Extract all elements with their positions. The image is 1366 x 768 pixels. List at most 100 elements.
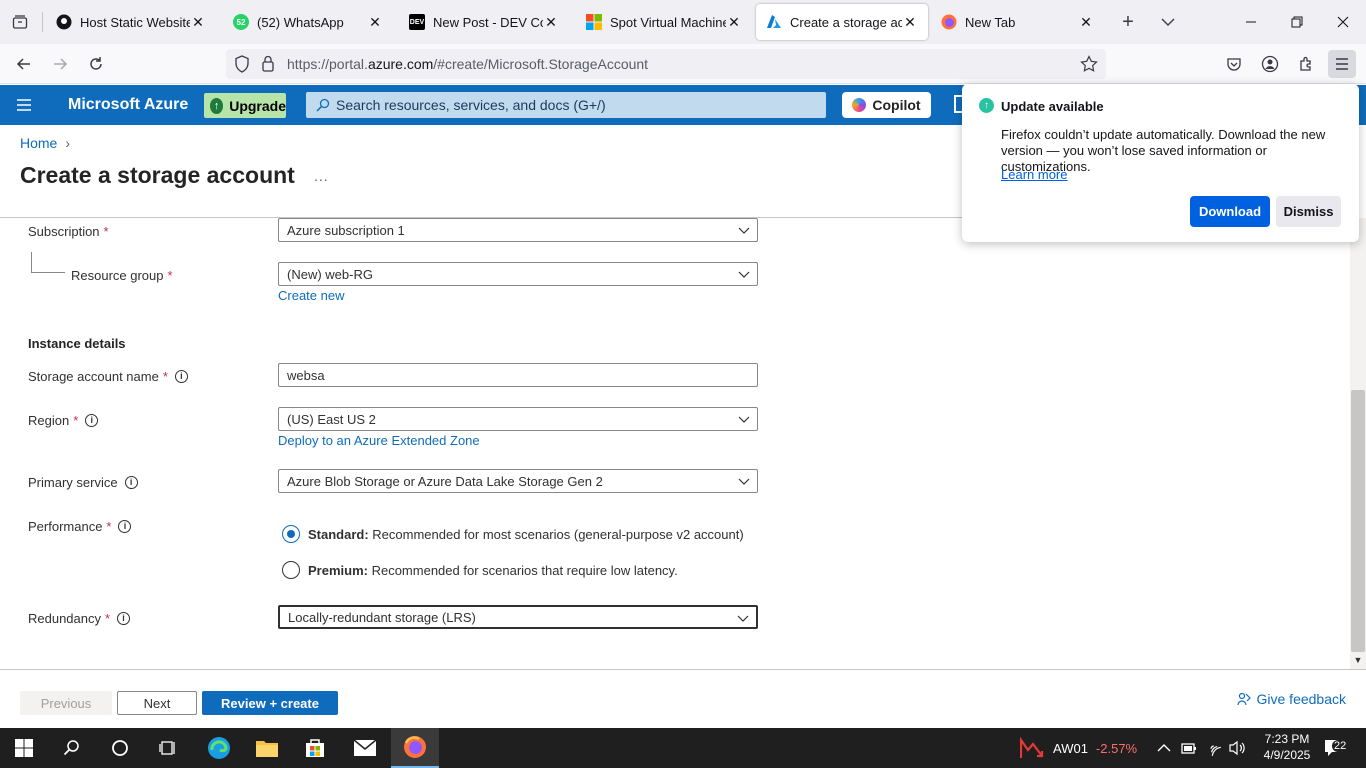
give-feedback-link[interactable]: Give feedback (1236, 691, 1346, 707)
extensions-puzzle-icon[interactable] (1292, 50, 1320, 78)
portal-menu-hamburger-icon[interactable] (14, 95, 34, 115)
tree-connector (31, 252, 65, 273)
global-search-input[interactable]: Search resources, services, and docs (G+… (306, 92, 826, 118)
azure-brand[interactable]: Microsoft Azure (68, 96, 188, 114)
upgrade-button[interactable]: ↑ Upgrade (204, 93, 286, 118)
performance-premium-label[interactable]: Premium: Recommended for scenarios that … (308, 563, 678, 578)
storage-account-name-label: Storage account name * i (28, 369, 188, 384)
chevron-down-icon (738, 478, 750, 485)
volume-icon[interactable] (1228, 728, 1246, 768)
close-icon[interactable]: ✕ (1078, 14, 1094, 31)
redundancy-select[interactable]: Locally-redundant storage (LRS) (278, 605, 758, 629)
breadcrumb-home-link[interactable]: Home (20, 135, 57, 151)
clock-time: 7:23 PM (1264, 732, 1310, 746)
update-arrow-icon: ↑ (979, 98, 994, 113)
subscription-label: Subscription * (28, 224, 109, 239)
notifications-button[interactable]: 22 (1324, 728, 1349, 768)
performance-standard-radio[interactable] (282, 525, 300, 543)
close-icon[interactable]: ✕ (726, 14, 742, 31)
windows-start-icon[interactable] (0, 728, 48, 768)
account-icon[interactable] (1256, 50, 1284, 78)
learn-more-link[interactable]: Learn more (1001, 167, 1067, 182)
review-create-button[interactable]: Review + create (202, 691, 338, 715)
cortana-circle-icon[interactable] (96, 728, 144, 768)
more-options-icon[interactable]: ... (314, 168, 329, 184)
bookmark-star-icon[interactable] (1080, 55, 1098, 76)
dev-icon: DEV (409, 14, 425, 30)
close-icon[interactable]: ✕ (190, 14, 206, 31)
new-tab-plus-icon[interactable]: + (1114, 8, 1142, 36)
form-scrollbar-thumb[interactable] (1351, 390, 1365, 652)
list-all-tabs-chevron-icon[interactable] (1154, 8, 1182, 36)
edge-browser-icon[interactable] (195, 728, 243, 768)
restore-window-icon[interactable] (1274, 0, 1320, 44)
firefox-taskbar-icon[interactable] (391, 728, 439, 768)
chevron-down-icon (738, 416, 750, 423)
mail-icon[interactable] (341, 728, 389, 768)
copilot-button[interactable]: Copilot (842, 92, 931, 118)
wifi-icon[interactable] (1205, 728, 1221, 768)
forward-arrow-icon[interactable] (46, 50, 74, 78)
region-select[interactable]: (US) East US 2 (278, 407, 758, 431)
tab-title: New Post - DEV Comm (433, 14, 543, 30)
info-icon[interactable]: i (117, 612, 131, 625)
tab-title: Create a storage accou (790, 14, 902, 30)
download-button[interactable]: Download (1190, 196, 1270, 227)
scroll-down-arrow-icon[interactable]: ▼ (1352, 654, 1364, 666)
taskbar-search-icon[interactable] (48, 728, 96, 768)
upgrade-arrow-icon: ↑ (210, 97, 224, 114)
previous-button[interactable]: Previous (20, 691, 112, 715)
browser-tab-github[interactable]: Host Static Website Az ✕ (46, 4, 216, 40)
address-bar[interactable]: https://portal.azure.com/#create/Microso… (226, 49, 1106, 79)
info-icon[interactable]: i (174, 370, 188, 383)
browser-tab-dev[interactable]: DEV New Post - DEV Comm ✕ (399, 4, 569, 40)
browser-tab-spot-vms[interactable]: Spot Virtual Machines ✕ (576, 4, 752, 40)
tab-title: (52) WhatsApp (257, 14, 344, 30)
close-icon[interactable]: ✕ (543, 14, 559, 31)
reload-icon[interactable] (82, 50, 110, 78)
pocket-icon[interactable] (1220, 50, 1248, 78)
resource-group-label: Resource group * (71, 268, 173, 283)
back-arrow-icon[interactable] (10, 50, 38, 78)
lock-icon[interactable] (261, 55, 275, 76)
chevron-down-icon (737, 615, 749, 622)
page-title: Create a storage account (20, 162, 295, 188)
subscription-select[interactable]: Azure subscription 1 (278, 218, 758, 242)
app-menu-hamburger-icon[interactable] (1328, 50, 1356, 78)
resource-group-select[interactable]: (New) web-RG (278, 262, 758, 286)
performance-standard-label[interactable]: Standard: Recommended for most scenarios… (308, 527, 744, 542)
dismiss-button[interactable]: Dismiss (1276, 196, 1341, 227)
whatsapp-icon: 52 (233, 14, 249, 30)
shield-icon[interactable] (234, 55, 250, 76)
microsoft-store-icon[interactable] (291, 728, 339, 768)
tab-title: New Tab (965, 14, 1016, 30)
close-icon[interactable]: ✕ (902, 14, 918, 31)
battery-icon[interactable] (1181, 728, 1197, 768)
show-hidden-icons-chevron-icon[interactable] (1157, 728, 1171, 768)
next-button[interactable]: Next (117, 691, 197, 715)
url-text: https://portal.azure.com/#create/Microso… (287, 56, 649, 72)
file-explorer-icon[interactable] (243, 728, 291, 768)
notification-count: 22 (1332, 740, 1349, 752)
performance-premium-radio[interactable] (282, 561, 300, 579)
storage-account-name-input[interactable]: websa (278, 363, 758, 387)
info-icon[interactable]: i (118, 520, 132, 533)
browser-tab-new-tab[interactable]: New Tab ✕ (931, 4, 1104, 40)
info-icon[interactable]: i (124, 476, 138, 489)
copilot-icon (852, 98, 867, 112)
browser-tab-whatsapp[interactable]: 52 (52) WhatsApp ✕ (223, 4, 393, 40)
close-icon[interactable]: ✕ (367, 14, 383, 31)
info-icon[interactable]: i (85, 414, 99, 427)
chevron-right-icon: › (65, 135, 71, 151)
stock-widget[interactable]: AW01 -2.57% (1020, 728, 1137, 768)
primary-service-select[interactable]: Azure Blob Storage or Azure Data Lake St… (278, 469, 758, 493)
tab-list-icon[interactable] (6, 8, 34, 36)
system-clock[interactable]: 7:23 PM 4/9/2025 (1255, 731, 1319, 763)
primary-service-label: Primary service i (28, 475, 138, 490)
create-new-resource-group-link[interactable]: Create new (278, 288, 344, 303)
extended-zone-link[interactable]: Deploy to an Azure Extended Zone (278, 433, 480, 448)
close-window-icon[interactable] (1320, 0, 1366, 44)
browser-tab-create-storage[interactable]: Create a storage accou ✕ (756, 4, 928, 40)
task-view-icon[interactable] (144, 728, 192, 768)
minimize-window-icon[interactable] (1228, 0, 1274, 44)
